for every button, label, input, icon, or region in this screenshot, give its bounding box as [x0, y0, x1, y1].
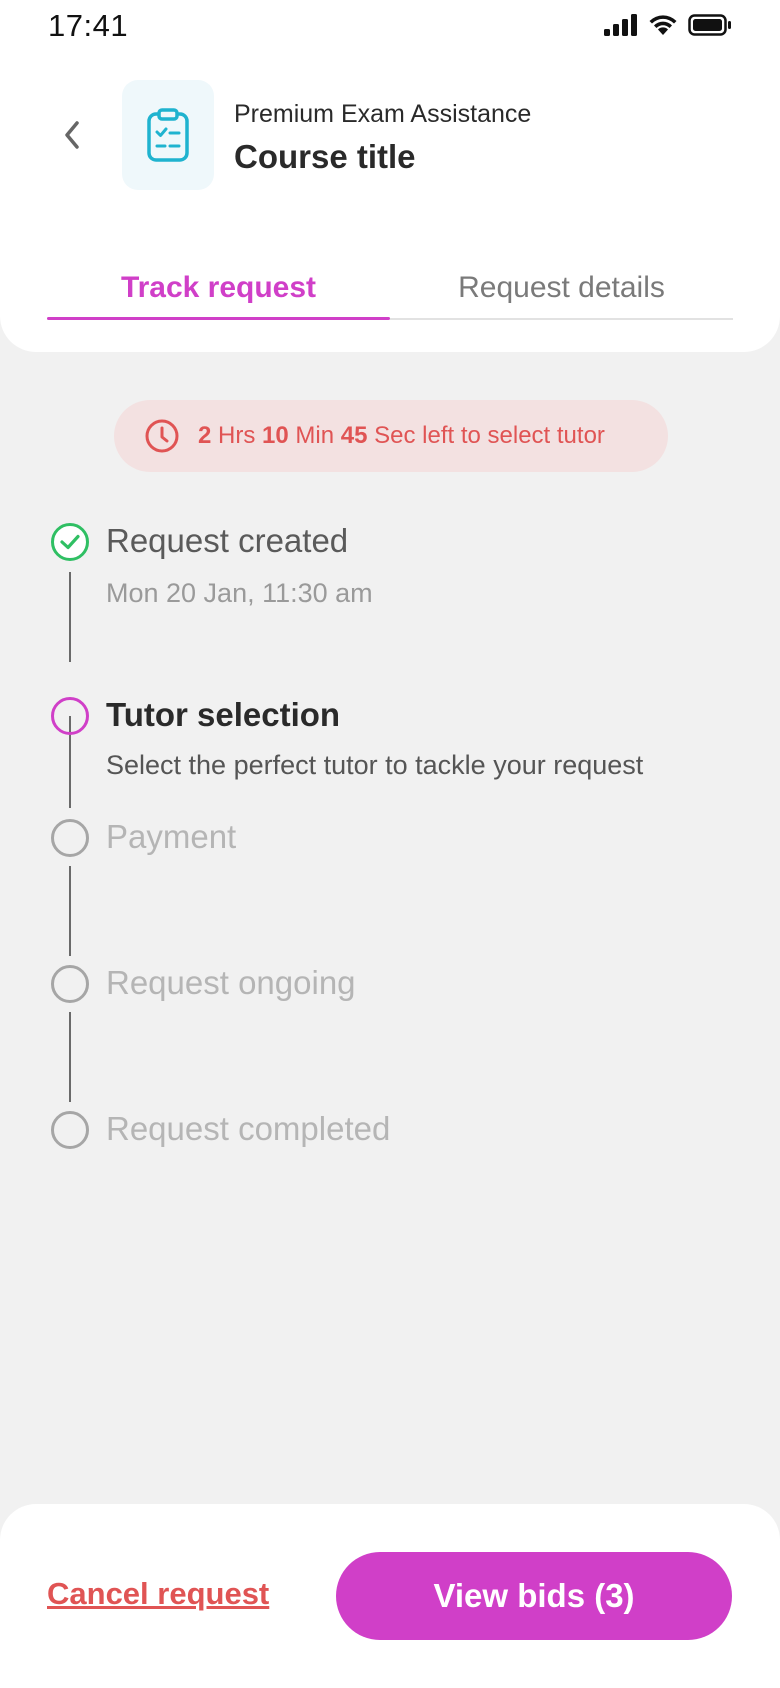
course-title: Course title: [234, 138, 416, 175]
step-title: Tutor selection: [106, 696, 341, 733]
step-pending-marker: [51, 819, 89, 857]
step-active-marker: [51, 697, 89, 735]
step-done-marker: [51, 523, 89, 561]
service-name: Premium Exam Assistance: [234, 100, 532, 128]
cancel-request-link[interactable]: Cancel request: [47, 1576, 269, 1612]
step-pending-marker: [51, 965, 89, 1003]
active-tab-indicator: [47, 317, 390, 320]
step-title: Request completed: [106, 1110, 391, 1147]
status-time: 17:41: [48, 8, 129, 43]
step-title: Request created: [106, 522, 349, 559]
timer-seconds: 45: [340, 422, 368, 449]
step-description: Select the perfect tutor to tackle your …: [106, 750, 644, 780]
back-button[interactable]: [52, 112, 92, 158]
timer-hours: 2: [198, 422, 212, 449]
track-request-screen: 17:41 Premium Exam Assistance Course tit…: [0, 0, 780, 1688]
timeline-connector: [69, 1012, 71, 1102]
clipboard-checklist-icon: [147, 108, 189, 162]
step-title: Payment: [106, 818, 237, 855]
timer-text: 2 Hrs 10 Min 45 Sec left to select tutor: [198, 422, 605, 450]
timeline-connector: [69, 572, 71, 662]
timer-minutes-unit: Min: [295, 422, 335, 449]
header-card: 17:41 Premium Exam Assistance Course tit…: [0, 0, 780, 352]
wifi-icon: [649, 15, 677, 35]
clock-icon: [145, 419, 179, 453]
step-pending-marker: [51, 1111, 89, 1149]
check-icon: [60, 534, 80, 550]
status-icons: [604, 14, 732, 36]
view-bids-button[interactable]: View bids (3): [336, 1552, 732, 1640]
tab-track-request[interactable]: Track request: [47, 256, 390, 320]
tab-divider: [390, 318, 733, 320]
battery-icon: [688, 14, 731, 36]
timer-hours-unit: Hrs: [218, 422, 256, 449]
chevron-left-icon: [65, 121, 79, 149]
tab-bar: Track request Request details: [47, 256, 733, 322]
step-timestamp: Mon 20 Jan, 11:30 am: [106, 578, 373, 608]
timer-minutes: 10: [262, 422, 289, 449]
course-icon-box: [122, 80, 214, 190]
step-title: Request ongoing: [106, 964, 356, 1001]
timer-seconds-unit: Sec left to select tutor: [374, 422, 605, 449]
cellular-signal-icon: [604, 14, 637, 36]
timeline-connector: [69, 866, 71, 956]
tab-request-details[interactable]: Request details: [390, 256, 733, 320]
tutor-selection-timer: 2 Hrs 10 Min 45 Sec left to select tutor: [114, 400, 668, 472]
status-bar: 17:41: [0, 0, 780, 54]
